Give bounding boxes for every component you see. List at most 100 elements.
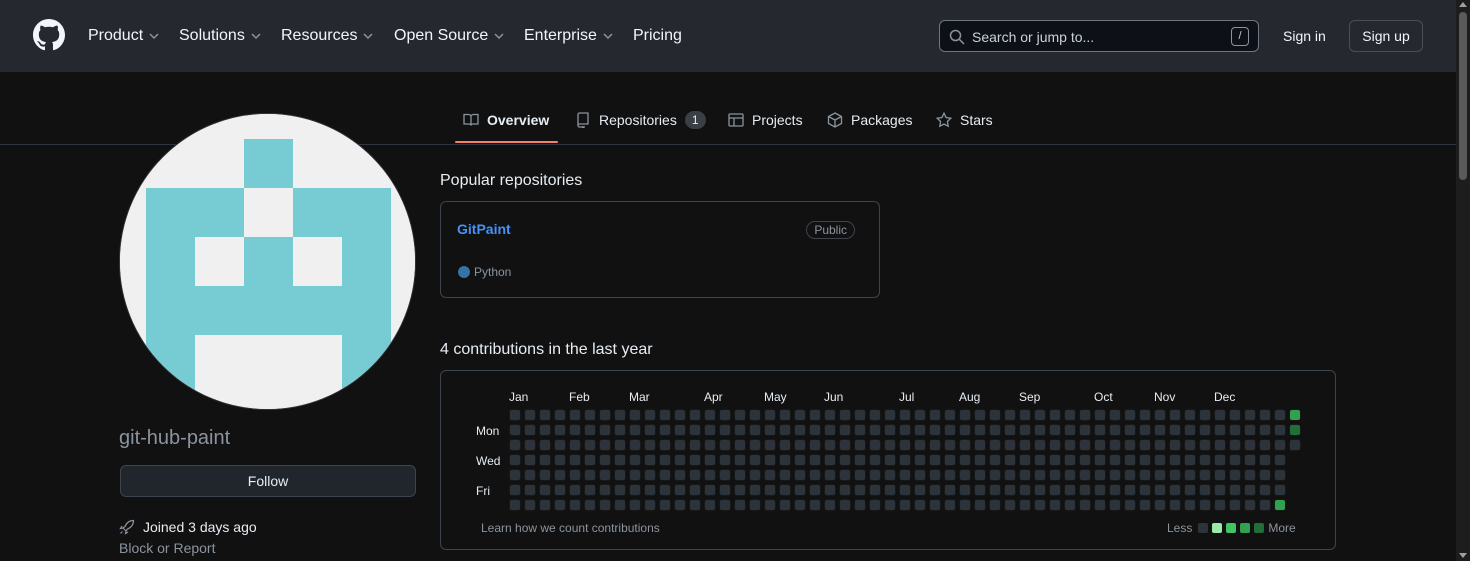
contribution-cell[interactable] — [1230, 425, 1240, 435]
contribution-cell[interactable] — [540, 425, 550, 435]
contribution-cell[interactable] — [900, 440, 910, 450]
contribution-cell[interactable] — [705, 455, 715, 465]
contribution-cell[interactable] — [525, 500, 535, 510]
contribution-cell[interactable] — [1065, 485, 1075, 495]
contribution-cell[interactable] — [1140, 410, 1150, 420]
contribution-cell[interactable] — [720, 485, 730, 495]
contribution-cell[interactable] — [840, 455, 850, 465]
contribution-cell[interactable] — [1050, 425, 1060, 435]
contribution-cell[interactable] — [1110, 440, 1120, 450]
contribution-cell[interactable] — [630, 470, 640, 480]
contribution-cell[interactable] — [1230, 455, 1240, 465]
contribution-cell[interactable] — [600, 410, 610, 420]
contribution-cell[interactable] — [840, 410, 850, 420]
contribution-cell[interactable] — [1260, 470, 1270, 480]
contribution-cell[interactable] — [1080, 485, 1090, 495]
contribution-cell[interactable] — [795, 440, 805, 450]
contribution-cell[interactable] — [930, 470, 940, 480]
contribution-cell[interactable] — [990, 410, 1000, 420]
contribution-cell[interactable] — [945, 455, 955, 465]
contribution-cell[interactable] — [630, 440, 640, 450]
contribution-cell[interactable] — [645, 425, 655, 435]
contribution-cell[interactable] — [1155, 440, 1165, 450]
contribution-cell[interactable] — [570, 410, 580, 420]
contribution-cell[interactable] — [1080, 470, 1090, 480]
contribution-cell[interactable] — [705, 500, 715, 510]
contribution-cell[interactable] — [780, 485, 790, 495]
contribution-cell[interactable] — [1065, 455, 1075, 465]
contribution-cell[interactable] — [855, 500, 865, 510]
contribution-cell[interactable] — [630, 485, 640, 495]
contribution-cell[interactable] — [1110, 500, 1120, 510]
contribution-cell[interactable] — [735, 455, 745, 465]
sign-in-link[interactable]: Sign in — [1283, 28, 1326, 44]
contribution-cell[interactable] — [975, 425, 985, 435]
contribution-cell[interactable] — [1005, 440, 1015, 450]
contribution-cell[interactable] — [1275, 425, 1285, 435]
contribution-cell[interactable] — [1035, 425, 1045, 435]
contribution-cell[interactable] — [1065, 440, 1075, 450]
search-input[interactable]: Search or jump to... / — [939, 20, 1259, 52]
contribution-cell[interactable] — [1245, 500, 1255, 510]
contribution-cell[interactable] — [1155, 470, 1165, 480]
contribution-cell[interactable] — [1110, 425, 1120, 435]
contribution-cell[interactable] — [870, 455, 880, 465]
contribution-cell[interactable] — [1275, 500, 1285, 510]
contribution-cell[interactable] — [1140, 500, 1150, 510]
contribution-cell[interactable] — [555, 425, 565, 435]
contribution-cell[interactable] — [870, 425, 880, 435]
contribution-cell[interactable] — [855, 440, 865, 450]
tab-projects[interactable]: Projects — [728, 111, 803, 129]
contribution-cell[interactable] — [930, 425, 940, 435]
contribution-cell[interactable] — [765, 485, 775, 495]
contribution-cell[interactable] — [915, 470, 925, 480]
contribution-cell[interactable] — [525, 485, 535, 495]
contribution-cell[interactable] — [1155, 425, 1165, 435]
contribution-cell[interactable] — [660, 485, 670, 495]
contribution-cell[interactable] — [615, 455, 625, 465]
contribution-cell[interactable] — [570, 470, 580, 480]
contribution-cell[interactable] — [765, 410, 775, 420]
contribution-cell[interactable] — [1245, 470, 1255, 480]
tab-repositories[interactable]: Repositories 1 — [575, 111, 706, 129]
contribution-cell[interactable] — [885, 425, 895, 435]
contribution-cell[interactable] — [885, 485, 895, 495]
contribution-cell[interactable] — [1095, 455, 1105, 465]
contribution-cell[interactable] — [960, 455, 970, 465]
contribution-cell[interactable] — [750, 500, 760, 510]
contribution-cell[interactable] — [915, 410, 925, 420]
contribution-cell[interactable] — [585, 455, 595, 465]
contribution-cell[interactable] — [945, 470, 955, 480]
contribution-cell[interactable] — [810, 455, 820, 465]
contribution-cell[interactable] — [795, 425, 805, 435]
contribution-cell[interactable] — [885, 500, 895, 510]
contribution-cell[interactable] — [660, 455, 670, 465]
contribution-cell[interactable] — [840, 440, 850, 450]
contribution-cell[interactable] — [1275, 440, 1285, 450]
contribution-cell[interactable] — [1155, 455, 1165, 465]
contribution-cell[interactable] — [915, 455, 925, 465]
scroll-up-arrow-icon[interactable] — [1459, 2, 1467, 7]
contribution-cell[interactable] — [1230, 500, 1240, 510]
nav-open-source[interactable]: Open Source — [394, 25, 505, 47]
contribution-cell[interactable] — [1005, 500, 1015, 510]
contribution-cell[interactable] — [690, 440, 700, 450]
contribution-cell[interactable] — [720, 455, 730, 465]
contribution-cell[interactable] — [1140, 440, 1150, 450]
contribution-cell[interactable] — [825, 500, 835, 510]
contribution-cell[interactable] — [690, 455, 700, 465]
contribution-cell[interactable] — [1200, 455, 1210, 465]
contribution-cell[interactable] — [1170, 440, 1180, 450]
contribution-cell[interactable] — [585, 500, 595, 510]
contribution-cell[interactable] — [915, 500, 925, 510]
contribution-cell[interactable] — [1005, 485, 1015, 495]
contribution-cell[interactable] — [600, 500, 610, 510]
contribution-cell[interactable] — [600, 440, 610, 450]
contribution-cell[interactable] — [795, 455, 805, 465]
contribution-cell[interactable] — [870, 485, 880, 495]
contribution-cell[interactable] — [840, 470, 850, 480]
contribution-cell[interactable] — [900, 455, 910, 465]
contribution-cell[interactable] — [1200, 500, 1210, 510]
contribution-cell[interactable] — [1260, 440, 1270, 450]
contribution-cell[interactable] — [1185, 470, 1195, 480]
